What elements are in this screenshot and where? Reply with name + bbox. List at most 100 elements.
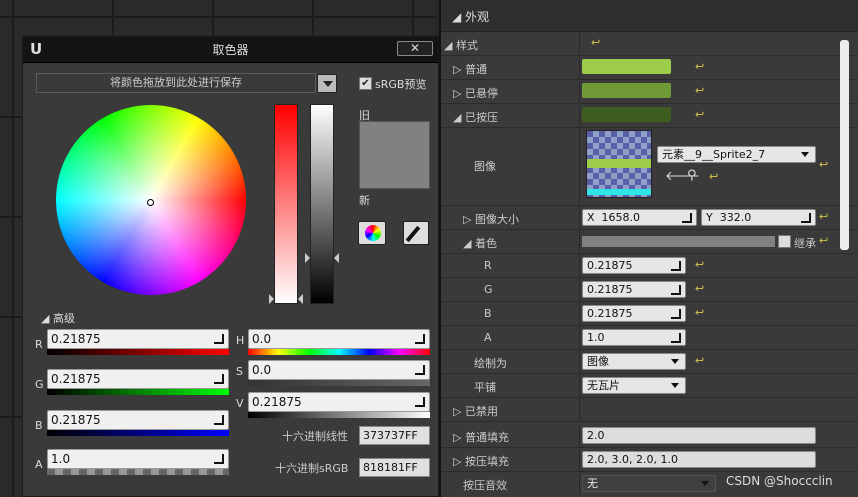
tiling-row[interactable]: 平铺 无瓦片 [441, 374, 858, 398]
pressed-padding-label: ▷ 按压填充 [453, 453, 509, 469]
value-slider[interactable] [310, 104, 334, 304]
srgb-preview-checkbox[interactable]: ✔ [359, 77, 372, 90]
normal-row[interactable]: ▷ 普通 ↩ [441, 56, 858, 80]
pressed-row[interactable]: ◢ 已按压 ↩ [441, 104, 858, 128]
inherit-checkbox[interactable] [778, 235, 791, 248]
column-divider [579, 56, 580, 79]
pressed-brush-preview[interactable] [582, 107, 671, 122]
reset-arrow-icon[interactable]: ↩ [695, 258, 704, 271]
s-channel-gradient[interactable] [248, 380, 430, 386]
tint-a-value: 1.0 [587, 331, 605, 344]
image-thumbnail[interactable] [586, 130, 652, 198]
tint-g-value: 0.21875 [587, 283, 633, 296]
reset-arrow-icon[interactable]: ↩ [695, 84, 704, 97]
style-label: ◢ 样式 [444, 37, 478, 53]
tint-a-field[interactable]: 1.0 [582, 329, 686, 346]
b-channel-gradient[interactable] [47, 430, 229, 436]
disabled-row[interactable]: ▷ 已禁用 [441, 398, 858, 422]
save-dropdown-button[interactable] [317, 74, 337, 93]
h-channel-field[interactable]: 0.0 [248, 329, 430, 349]
reset-arrow-icon[interactable]: ↩ [819, 158, 828, 171]
normal-padding-label: ▷ 普通填充 [453, 429, 509, 445]
details-scrollbar[interactable] [840, 40, 849, 250]
a-channel-gradient[interactable] [47, 469, 229, 475]
image-size-y-field[interactable]: Y 332.0 [701, 209, 816, 226]
tint-g-field[interactable]: 0.21875 [582, 281, 686, 298]
reset-arrow-icon[interactable]: ↩ [709, 170, 718, 183]
reset-arrow-icon[interactable]: ↩ [591, 36, 600, 49]
s-channel-label: S [236, 365, 243, 378]
tint-b-field[interactable]: 0.21875 [582, 305, 686, 322]
pressed-padding-row[interactable]: ▷ 按压填充 2.0, 3.0, 2.0, 1.0 [441, 448, 858, 472]
watermark: CSDN @Shoccclin [726, 474, 833, 488]
appearance-section-header[interactable]: ◢ 外观 [441, 0, 858, 32]
column-divider [579, 254, 580, 277]
slider-handle-icon[interactable] [305, 253, 310, 263]
spin-icon [801, 213, 811, 223]
close-button[interactable]: ✕ [397, 41, 433, 56]
tint-r-field[interactable]: 0.21875 [582, 257, 686, 274]
reset-arrow-icon[interactable]: ↩ [819, 210, 828, 223]
reset-arrow-icon[interactable]: ↩ [695, 306, 704, 319]
hovered-row[interactable]: ▷ 已悬停 ↩ [441, 80, 858, 104]
draw-as-row[interactable]: 绘制为 图像 ↩ [441, 350, 858, 374]
pressed-sound-combo[interactable]: 无 [582, 475, 716, 492]
b-channel-field[interactable]: 0.21875 [47, 410, 229, 430]
hovered-brush-preview[interactable] [582, 83, 671, 98]
image-row[interactable]: 图像 元素__9__Sprite2_7 🡐 ⚲ ↩ ↩ [441, 128, 858, 206]
r-channel-gradient[interactable] [47, 349, 229, 355]
g-channel-field[interactable]: 0.21875 [47, 369, 229, 389]
tint-r-row[interactable]: R 0.21875 ↩ [441, 254, 858, 278]
v-channel-gradient[interactable] [248, 412, 430, 418]
image-size-x-field[interactable]: X 1658.0 [582, 209, 697, 226]
search-icon[interactable]: ⚲ [687, 168, 697, 183]
draw-as-combo[interactable]: 图像 [582, 353, 686, 370]
h-channel-gradient[interactable] [248, 349, 430, 355]
reset-arrow-icon[interactable]: ↩ [695, 108, 704, 121]
color-wheel-cursor[interactable] [147, 199, 154, 206]
a-channel-value: 1.0 [51, 452, 71, 466]
eyedropper-button[interactable] [403, 221, 429, 245]
saturation-slider[interactable] [274, 104, 298, 304]
pressed-padding-field[interactable]: 2.0, 3.0, 2.0, 1.0 [582, 451, 816, 468]
appearance-section-title: ◢ 外观 [452, 8, 489, 25]
v-channel-field[interactable]: 0.21875 [248, 392, 430, 412]
advanced-section-label[interactable]: ◢ 高级 [41, 310, 75, 326]
chevron-down-icon [323, 81, 333, 87]
tint-g-row[interactable]: G 0.21875 ↩ [441, 278, 858, 302]
normal-brush-preview[interactable] [582, 59, 671, 74]
normal-label-text: 普通 [464, 63, 487, 76]
s-channel-field[interactable]: 0.0 [248, 360, 430, 380]
reset-arrow-icon[interactable]: ↩ [819, 234, 828, 247]
slider-handle-icon[interactable] [269, 294, 274, 304]
image-size-row[interactable]: ▷ 图像大小 X 1658.0 Y 332.0 ↩ [441, 206, 858, 230]
reset-arrow-icon[interactable]: ↩ [695, 354, 704, 367]
color-wheel-mode-button[interactable] [358, 221, 386, 245]
tint-a-row[interactable]: A 1.0 [441, 326, 858, 350]
g-channel-gradient[interactable] [47, 389, 229, 395]
tint-b-row[interactable]: B 0.21875 ↩ [441, 302, 858, 326]
hex-linear-field[interactable]: 373737FF [359, 426, 430, 445]
style-row[interactable]: ◢ 样式 ↩ [441, 32, 858, 56]
hovered-label-text: 已悬停 [464, 87, 498, 100]
tint-row[interactable]: ◢ 着色 继承 ↩ [441, 230, 858, 254]
tint-color-bar[interactable] [582, 236, 775, 247]
slider-handle-icon[interactable] [298, 294, 303, 304]
size-x-prefix: X [587, 211, 595, 224]
tiling-combo[interactable]: 无瓦片 [582, 377, 686, 394]
a-channel-field[interactable]: 1.0 [47, 449, 229, 469]
a-channel-label: A [35, 458, 43, 471]
hex-srgb-field[interactable]: 818181FF [359, 458, 430, 477]
reset-arrow-icon[interactable]: ↩ [695, 60, 704, 73]
normal-padding-row[interactable]: ▷ 普通填充 2.0 [441, 424, 858, 448]
image-label: 图像 [474, 160, 496, 173]
r-channel-field[interactable]: 0.21875 [47, 329, 229, 349]
v-channel-label: V [236, 397, 244, 410]
picker-title-bar[interactable]: U 取色器 ✕ [23, 37, 438, 63]
reset-arrow-icon[interactable]: ↩ [695, 282, 704, 295]
color-save-drop-zone[interactable]: 将颜色拖放到此处进行保存 [36, 73, 316, 93]
image-asset-combo[interactable]: 元素__9__Sprite2_7 [657, 146, 816, 163]
normal-padding-field[interactable]: 2.0 [582, 427, 816, 444]
column-divider [579, 374, 580, 397]
slider-handle-icon[interactable] [334, 253, 339, 263]
